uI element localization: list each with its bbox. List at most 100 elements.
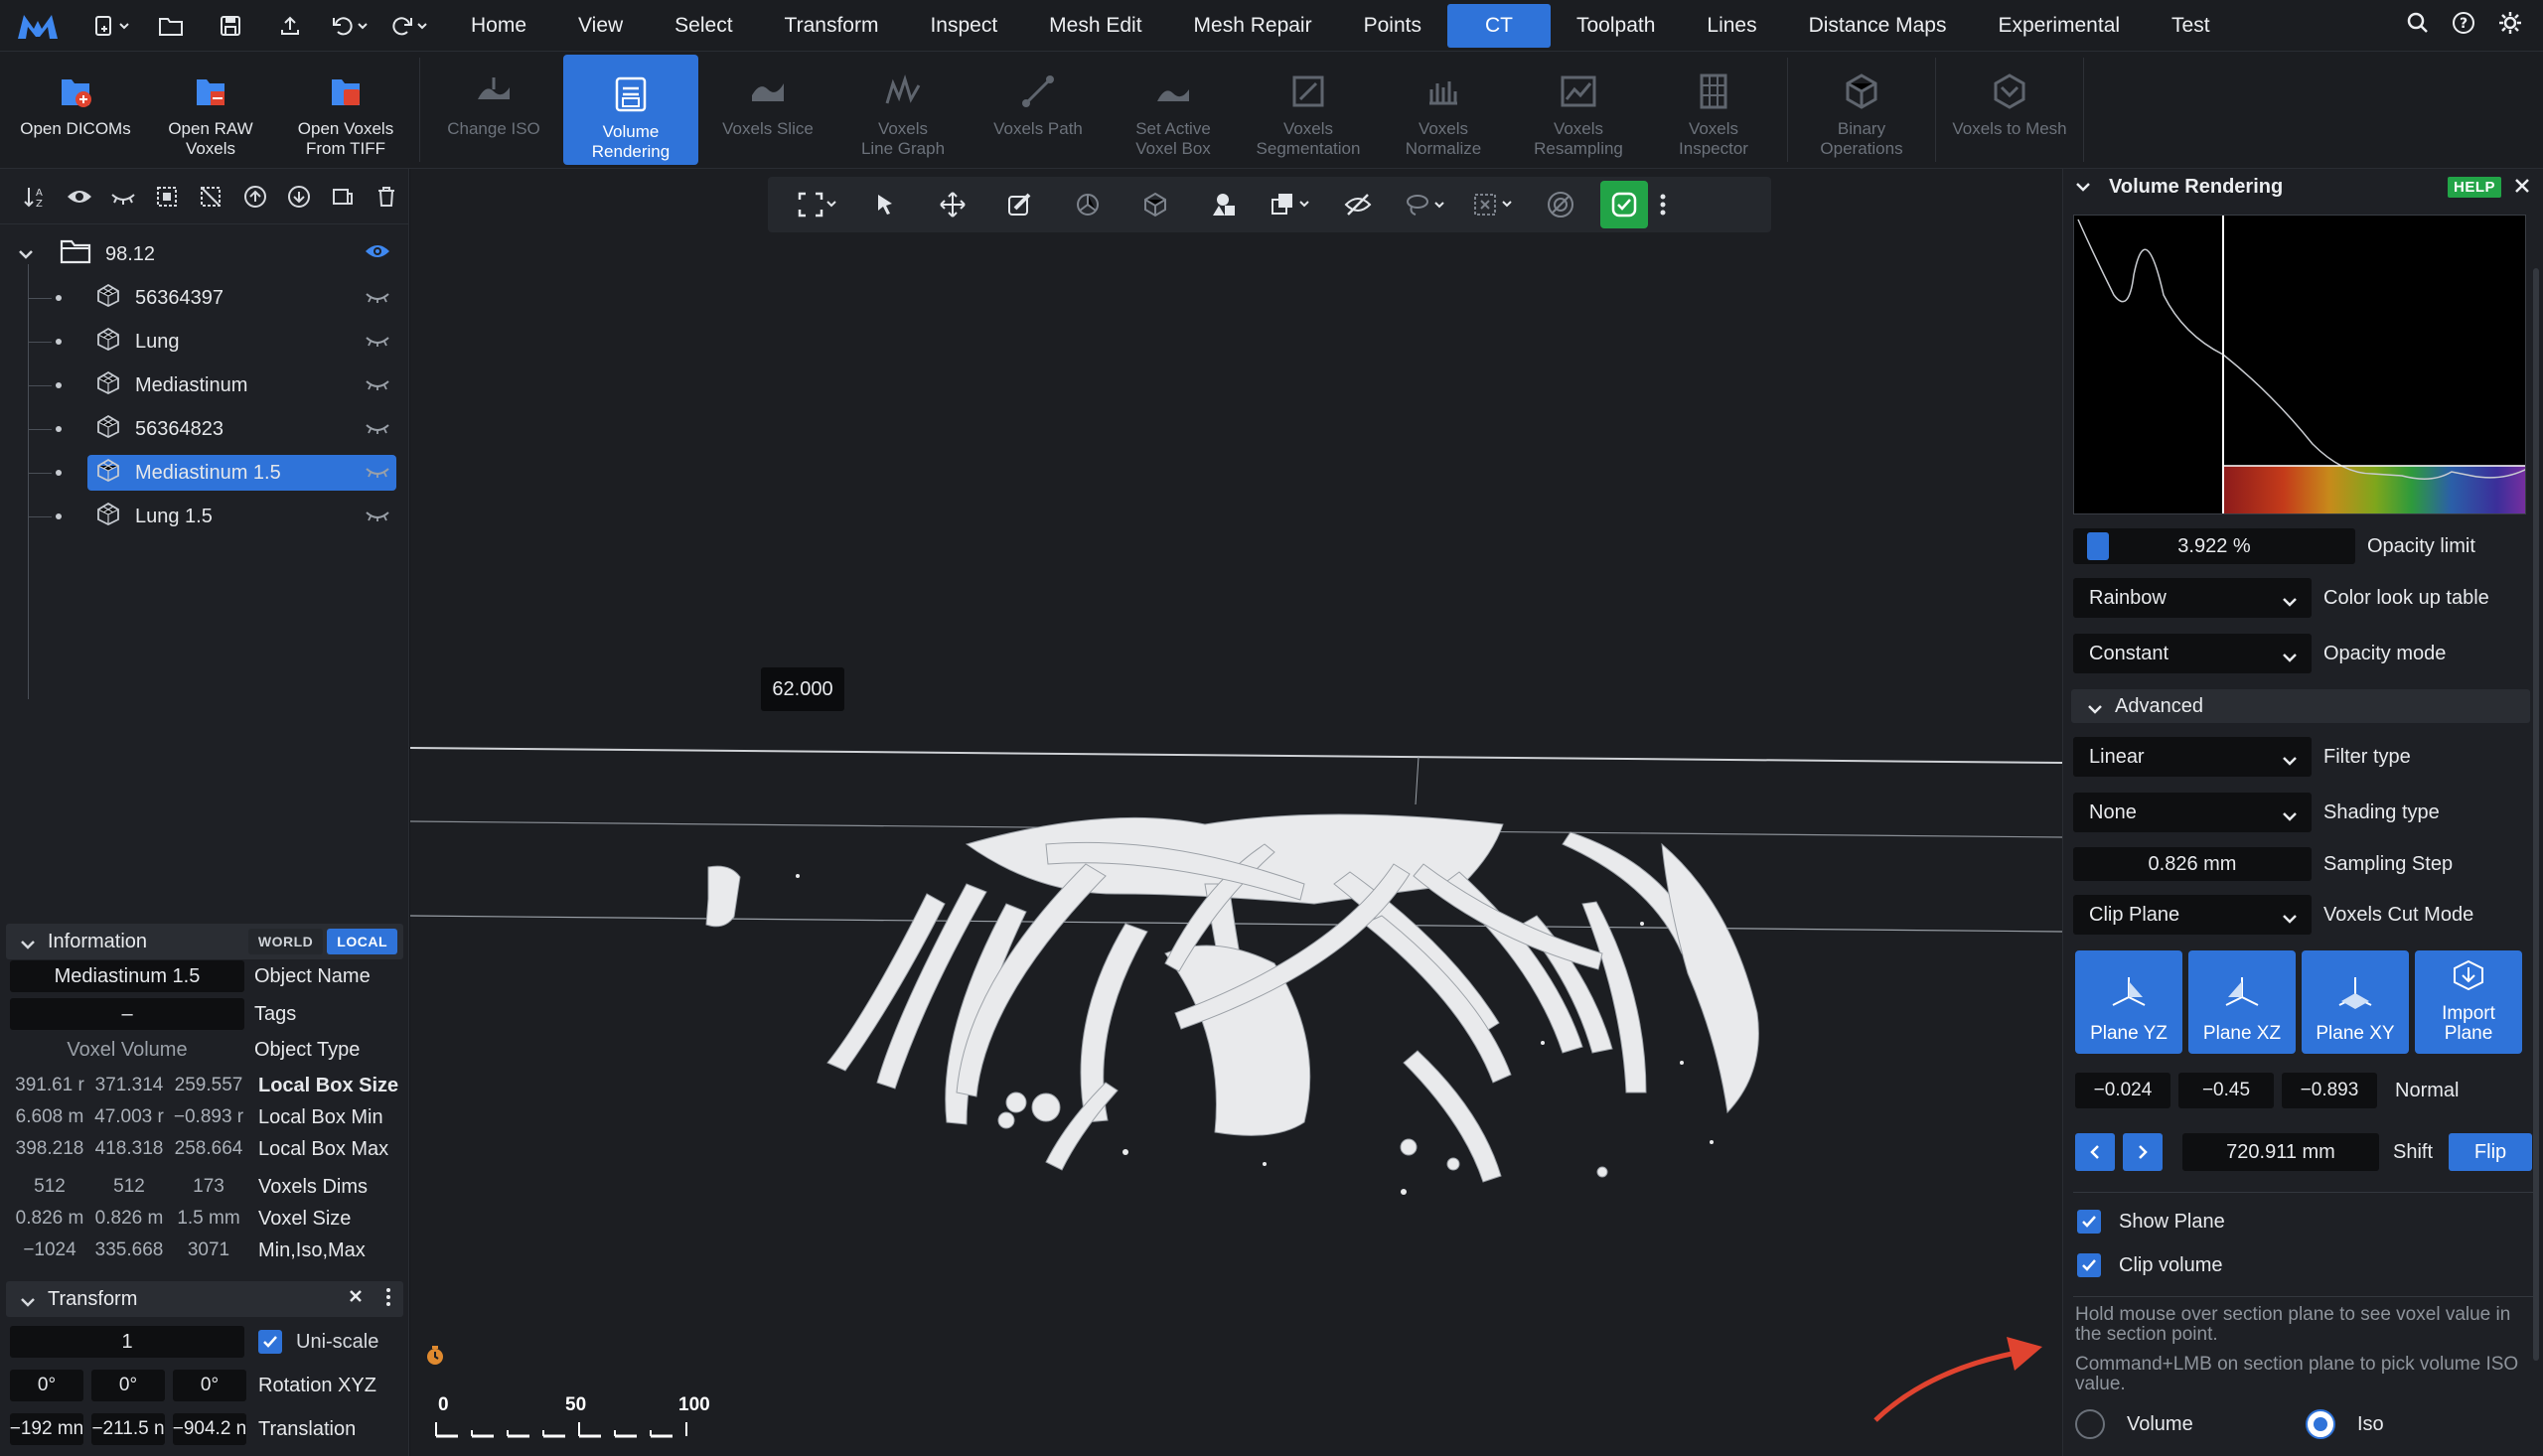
close-icon[interactable]	[2513, 175, 2531, 201]
cut-mode-dropdown[interactable]: Clip Plane	[2073, 895, 2312, 935]
clip-volume-checkbox[interactable]	[2077, 1253, 2101, 1277]
tree-item[interactable]: Lung 1.5	[0, 495, 408, 538]
shift-left-button[interactable]	[2075, 1133, 2115, 1171]
new-file-icon[interactable]	[85, 6, 137, 46]
menu-mesh-edit[interactable]: Mesh Edit	[1023, 4, 1167, 48]
set-active-voxel-box-button[interactable]: Set Active Voxel Box	[1106, 52, 1241, 168]
hidden-eye-icon[interactable]	[365, 374, 390, 397]
menu-points[interactable]: Points	[1338, 4, 1447, 48]
menu-mesh-repair[interactable]: Mesh Repair	[1168, 4, 1338, 48]
close-icon[interactable]	[348, 1287, 364, 1310]
translation-y-field[interactable]: −211.5 n	[91, 1413, 165, 1445]
menu-inspect[interactable]: Inspect	[904, 4, 1023, 48]
normal-x-field[interactable]: −0.024	[2075, 1073, 2170, 1108]
exclude-icon[interactable]	[1527, 181, 1594, 228]
binary-operations-button[interactable]: Binary Operations	[1794, 52, 1929, 168]
search-icon[interactable]	[2406, 11, 2430, 41]
flip-button[interactable]: Flip	[2449, 1133, 2533, 1171]
tree-item[interactable]: Mediastinum 1.5	[0, 451, 408, 495]
tree-item[interactable]: Lung	[0, 320, 408, 364]
chevron-down-icon[interactable]	[2075, 176, 2091, 199]
rotation-x-field[interactable]: 0°	[10, 1370, 83, 1401]
voxels-slice-button[interactable]: Voxels Slice	[700, 52, 835, 168]
app-logo[interactable]	[16, 6, 66, 46]
menu-lines[interactable]: Lines	[1681, 4, 1782, 48]
show-plane-checkbox[interactable]	[2077, 1210, 2101, 1234]
import-plane-button[interactable]: Import Plane	[2415, 950, 2522, 1054]
volume-render-canvas[interactable]	[410, 169, 2062, 1456]
brush-select-icon[interactable]	[986, 181, 1054, 228]
gear-icon[interactable]	[2497, 10, 2523, 42]
chevron-down-icon[interactable]	[2087, 698, 2103, 721]
volume-rendering-header[interactable]: Volume Rendering HELP	[2063, 169, 2543, 205]
3d-viewport[interactable]: 62.000 0 50 100	[410, 169, 2062, 1456]
more-options-icon[interactable]	[385, 1287, 391, 1313]
translation-z-field[interactable]: −904.2 n	[173, 1413, 246, 1445]
tags-field[interactable]: –	[10, 998, 244, 1030]
select-cursor-icon[interactable]	[851, 181, 919, 228]
rotate-view-icon[interactable]	[1054, 181, 1122, 228]
change-iso-button[interactable]: Change ISO	[426, 52, 561, 168]
scale-field[interactable]: 1	[10, 1326, 244, 1358]
plane-xz-button[interactable]: Plane XZ	[2188, 950, 2296, 1054]
check-mode-icon[interactable]	[1600, 181, 1648, 228]
shading-type-dropdown[interactable]: None	[2073, 793, 2312, 832]
menu-toolpath[interactable]: Toolpath	[1551, 4, 1681, 48]
voxels-path-button[interactable]: Voxels Path	[971, 52, 1106, 168]
local-toggle[interactable]: LOCAL	[327, 929, 397, 954]
volume-rendering-button[interactable]: Volume Rendering	[563, 55, 698, 165]
filter-type-dropdown[interactable]: Linear	[2073, 737, 2312, 777]
color-lut-dropdown[interactable]: Rainbow	[2073, 578, 2312, 618]
hidden-eye-icon[interactable]	[365, 287, 390, 310]
voxels-segmentation-button[interactable]: Voxels Segmentation	[1241, 52, 1376, 168]
move-down-icon[interactable]	[277, 177, 321, 217]
normal-y-field[interactable]: −0.45	[2178, 1073, 2274, 1108]
iso-radio[interactable]	[2306, 1409, 2335, 1439]
lasso-icon[interactable]	[1392, 181, 1459, 228]
menu-home[interactable]: Home	[445, 4, 552, 48]
rotation-y-field[interactable]: 0°	[91, 1370, 165, 1401]
redo-icon[interactable]	[383, 6, 435, 46]
world-toggle[interactable]: WORLD	[247, 929, 324, 954]
rotation-z-field[interactable]: 0°	[173, 1370, 246, 1401]
menu-select[interactable]: Select	[649, 4, 758, 48]
hidden-eye-icon[interactable]	[365, 331, 390, 354]
split-view-icon[interactable]	[321, 177, 365, 217]
help-icon[interactable]: ?	[2452, 11, 2475, 41]
tree-folder[interactable]: 98.12	[0, 232, 408, 276]
hidden-eye-icon[interactable]	[365, 418, 390, 441]
eye-icon[interactable]	[365, 242, 390, 266]
normal-z-field[interactable]: −0.893	[2282, 1073, 2377, 1108]
hidden-eye-icon[interactable]	[365, 506, 390, 528]
undo-icon[interactable]	[324, 6, 375, 46]
box-select-icon[interactable]	[1459, 181, 1527, 228]
translation-x-field[interactable]: −192 mn	[10, 1413, 83, 1445]
tree-item[interactable]: 56364823	[0, 407, 408, 451]
menu-view[interactable]: View	[552, 4, 649, 48]
move-icon[interactable]	[919, 181, 986, 228]
hidden-eye-icon[interactable]	[365, 462, 390, 485]
hide-all-icon[interactable]	[101, 177, 145, 217]
open-voxels-tiff-button[interactable]: Open Voxels From TIFF	[278, 52, 413, 168]
volume-radio[interactable]	[2075, 1409, 2105, 1439]
menu-test[interactable]: Test	[2146, 4, 2236, 48]
select-all-icon[interactable]	[145, 177, 189, 217]
chevron-down-icon[interactable]	[20, 934, 36, 956]
chevron-down-icon[interactable]	[20, 1291, 36, 1314]
object-name-field[interactable]: Mediastinum 1.5	[10, 960, 244, 992]
open-folder-icon[interactable]	[145, 6, 197, 46]
shift-right-button[interactable]	[2123, 1133, 2163, 1171]
tree-item[interactable]: 56364397	[0, 276, 408, 320]
plane-yz-button[interactable]: Plane YZ	[2075, 950, 2182, 1054]
move-up-icon[interactable]	[233, 177, 277, 217]
voxels-normalize-button[interactable]: Voxels Normalize	[1376, 52, 1511, 168]
show-all-icon[interactable]	[58, 177, 101, 217]
voxels-line-graph-button[interactable]: Voxels Line Graph	[835, 52, 971, 168]
opacity-limit-slider[interactable]: 3.922 %	[2073, 528, 2355, 564]
menu-experimental[interactable]: Experimental	[1972, 4, 2146, 48]
advanced-header[interactable]: Advanced	[2071, 689, 2530, 723]
panel-scrollbar[interactable]	[2533, 268, 2539, 1361]
shapes-icon[interactable]	[1189, 181, 1257, 228]
open-dicoms-button[interactable]: Open DICOMs	[8, 52, 143, 168]
sort-icon[interactable]: AZ	[14, 177, 58, 217]
